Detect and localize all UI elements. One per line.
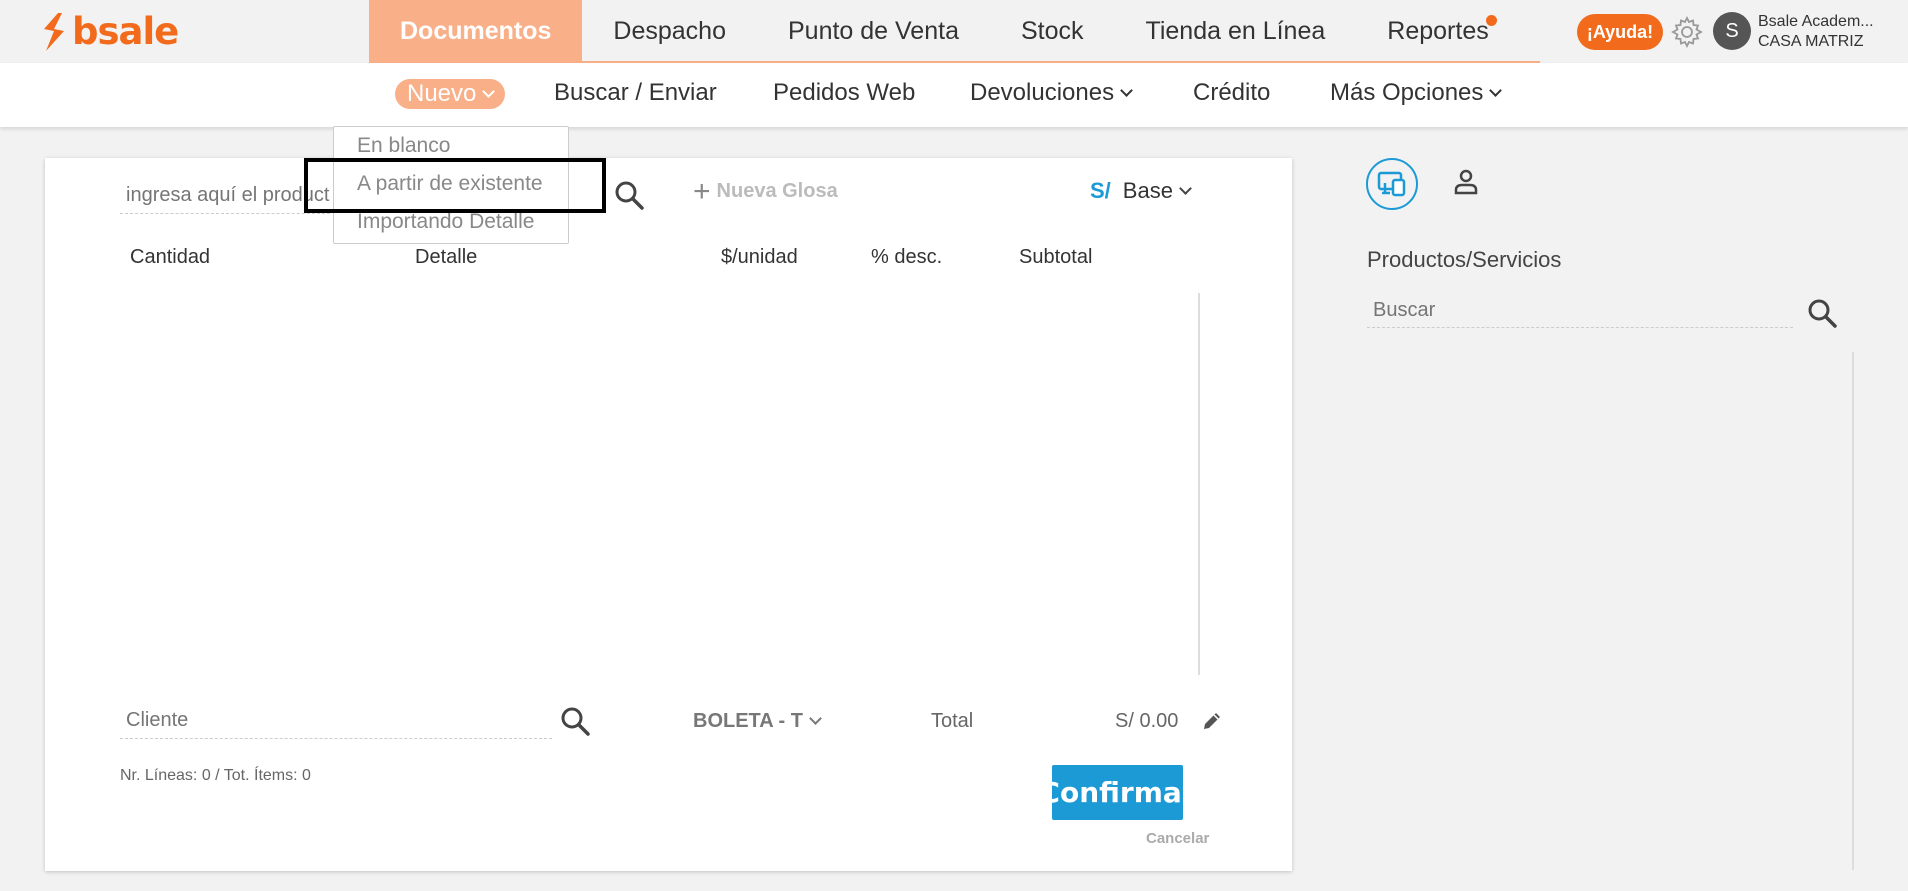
bsale-logo[interactable]: bsale [38, 10, 179, 53]
document-card: + Nueva Glosa S/ Base Cantidad Detalle $… [45, 158, 1292, 871]
main-nav: Documentos Despacho Punto de Venta Stock… [369, 0, 1540, 63]
user-name: Bsale Academ... [1758, 13, 1874, 30]
nuevo-menu[interactable]: Nuevo [395, 79, 506, 109]
sub-nav: Nuevo Buscar / Enviar Pedidos Web Devolu… [0, 63, 1908, 127]
option-importando-detalle[interactable]: Importando Detalle [334, 203, 568, 241]
nuevo-label: Nuevo [407, 80, 477, 107]
nav-despacho[interactable]: Despacho [582, 0, 757, 63]
nuevo-dropdown: En blanco A partir de existente Importan… [333, 126, 569, 244]
top-bar: bsale Documentos Despacho Punto de Venta… [0, 0, 1908, 63]
pencil-icon[interactable] [1200, 709, 1224, 733]
option-a-partir-de-existente[interactable]: A partir de existente [334, 165, 568, 203]
confirm-button[interactable]: Confirmar [1039, 765, 1196, 820]
nueva-glosa-label: Nueva Glosa [716, 180, 838, 202]
avatar[interactable]: S [1713, 12, 1751, 50]
plus-icon: + [693, 174, 711, 208]
devoluciones-label: Devoluciones [970, 79, 1115, 106]
cliente-input[interactable] [120, 703, 552, 739]
lines-info: Nr. Líneas: 0 / Tot. Ítems: 0 [120, 767, 311, 784]
user-info[interactable]: Bsale Academ... CASA MATRIZ [1758, 12, 1874, 52]
cancel-link[interactable]: Cancelar [1146, 830, 1209, 847]
chevron-down-icon [1179, 181, 1192, 195]
price-list-label: Base [1122, 178, 1173, 203]
column-unidad: $/unidad [721, 246, 798, 268]
product-search-input[interactable] [120, 178, 330, 214]
products-panel-title: Productos/Servicios [1367, 247, 1562, 272]
mas-opciones-menu[interactable]: Más Opciones [1330, 76, 1503, 110]
gear-icon[interactable] [1670, 15, 1704, 49]
search-icon[interactable] [612, 178, 646, 212]
column-descuento: % desc. [871, 246, 943, 268]
products-search-input[interactable] [1367, 294, 1793, 328]
nav-stock[interactable]: Stock [990, 0, 1115, 63]
devoluciones-menu[interactable]: Devoluciones [970, 76, 1133, 110]
pedidos-web-link[interactable]: Pedidos Web [773, 76, 915, 110]
chevron-down-icon [809, 712, 822, 725]
document-type-label: BOLETA - T [693, 710, 803, 732]
chevron-down-icon [1489, 83, 1503, 97]
logo-text: bsale [72, 10, 179, 53]
total-value: S/ 0.00 [1115, 710, 1179, 732]
chevron-down-icon [482, 84, 496, 98]
products-icon [1377, 171, 1406, 197]
column-detalle: Detalle [415, 246, 478, 268]
search-icon[interactable] [1805, 296, 1839, 330]
branch-name: CASA MATRIZ [1758, 33, 1864, 50]
nav-punto-de-venta[interactable]: Punto de Venta [757, 0, 990, 63]
products-view-button[interactable] [1366, 158, 1418, 210]
column-cantidad: Cantidad [130, 246, 211, 268]
nav-reportes[interactable]: Reportes [1356, 0, 1519, 63]
help-button[interactable]: ¡Ayuda! [1577, 14, 1663, 50]
products-scrollbar[interactable] [1852, 352, 1854, 870]
nav-tienda-en-linea[interactable]: Tienda en Línea [1115, 0, 1357, 63]
nueva-glosa-button[interactable]: + Nueva Glosa [693, 174, 838, 208]
price-list-selector[interactable]: S/ Base [1090, 178, 1192, 204]
notification-dot [1485, 15, 1497, 26]
total-label: Total [931, 710, 974, 732]
column-subtotal: Subtotal [1019, 246, 1093, 268]
nav-documentos[interactable]: Documentos [369, 0, 583, 63]
option-en-blanco[interactable]: En blanco [334, 127, 568, 165]
buscar-enviar-link[interactable]: Buscar / Enviar [554, 76, 717, 110]
search-icon[interactable] [558, 704, 592, 738]
bsale-logo-icon [44, 12, 64, 51]
user-icon[interactable] [1450, 166, 1482, 198]
nav-reportes-label: Reportes [1387, 17, 1489, 45]
currency-symbol: S/ [1090, 178, 1111, 203]
chevron-down-icon [1120, 83, 1133, 97]
credito-link[interactable]: Crédito [1193, 76, 1270, 110]
document-type-selector[interactable]: BOLETA - T [693, 710, 822, 733]
mas-opciones-label: Más Opciones [1330, 79, 1484, 106]
lines-scrollbar[interactable] [1198, 293, 1200, 675]
